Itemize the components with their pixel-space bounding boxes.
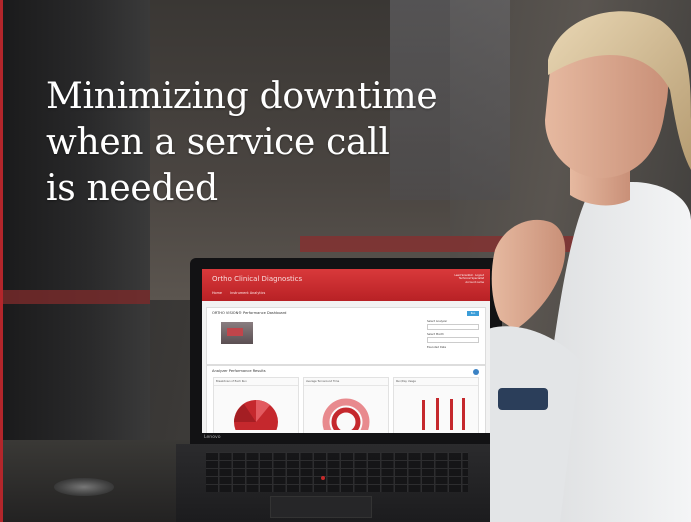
app-nav: Home Instrument Analytics: [212, 291, 272, 295]
person-illustration: [490, 11, 691, 522]
performance-panel: Analyzer Performance Results Breakdown o…: [206, 365, 486, 433]
pie-chart: [234, 399, 278, 433]
hand: [491, 219, 566, 330]
run-button-label: Run: [470, 312, 476, 315]
filter-selects: Select Analyzer Select Month Executed Da…: [427, 320, 479, 349]
bar: [422, 400, 425, 430]
card-title: Breakdown of Each Run: [214, 378, 298, 386]
month-select[interactable]: [427, 337, 479, 343]
donut-chart: [322, 398, 370, 433]
bar: [436, 398, 439, 430]
laptop-screen: Ortho Clinical Diagnostics Lead Scientis…: [202, 269, 490, 433]
instrument-thumbnail: [221, 322, 253, 344]
panel-title: ORTHO VISION® Performance Dashboard: [212, 311, 287, 315]
touchpad: [270, 496, 372, 518]
donut-ring: [331, 407, 361, 433]
keyboard: [206, 452, 468, 492]
cable-grommet: [54, 478, 114, 496]
run-button[interactable]: Run: [467, 311, 479, 316]
chart-card-breakdown: Breakdown of Each Run: [213, 377, 299, 433]
analyzer-select[interactable]: [427, 324, 479, 330]
card-title: Average Turnaround Time: [304, 378, 388, 386]
app-brand: Ortho Clinical Diagnostics: [212, 275, 303, 283]
bar-chart: [422, 398, 465, 430]
select-label: Executed Date: [427, 346, 447, 349]
user-info: Lead Scientist · Logout Technical Specia…: [414, 274, 484, 284]
info-icon[interactable]: [473, 369, 479, 375]
performance-title: Analyzer Performance Results: [212, 369, 266, 373]
select-label: Select Month: [427, 333, 444, 336]
bar: [450, 399, 453, 430]
user-info-line: Account name: [465, 280, 484, 284]
trackpoint: [321, 476, 325, 480]
photo-scene: Minimizing downtime when a service call …: [0, 0, 691, 522]
dashboard-panel: ORTHO VISION® Performance Dashboard Run …: [206, 307, 486, 365]
headline-line-2: when a service call: [46, 122, 390, 163]
select-label: Select Analyzer: [427, 320, 448, 323]
laptop-brand: Lenovo: [204, 435, 221, 440]
donut-ring: [322, 398, 370, 433]
nav-home[interactable]: Home: [212, 291, 222, 295]
card-title: Run/Day Usage: [394, 378, 478, 386]
headline: Minimizing downtime when a service call …: [46, 74, 516, 212]
chart-card-usage: Run/Day Usage: [393, 377, 479, 433]
nav-instrument-analytics[interactable]: Instrument Analytics: [230, 291, 265, 295]
wristband: [498, 388, 548, 410]
instrument-red-stripe: [0, 290, 150, 304]
headline-line-3: is needed: [46, 168, 218, 209]
app-header: Ortho Clinical Diagnostics Lead Scientis…: [202, 269, 490, 301]
left-edge-red-bar: [0, 0, 3, 522]
headline-line-1: Minimizing downtime: [46, 76, 438, 117]
bar: [462, 398, 465, 430]
chart-card-turnaround: Average Turnaround Time: [303, 377, 389, 433]
